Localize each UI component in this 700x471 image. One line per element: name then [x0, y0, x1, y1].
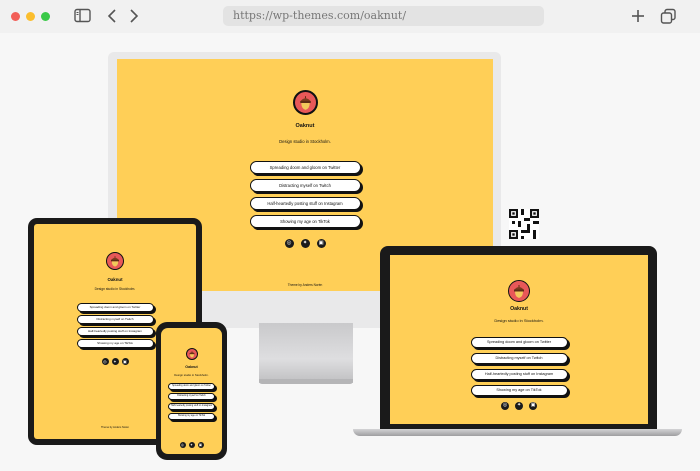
- site-title[interactable]: Oaknut: [117, 123, 493, 129]
- back-icon[interactable]: [106, 8, 118, 24]
- twitter-icon[interactable]: ✦: [111, 358, 119, 365]
- qr-code: [509, 209, 539, 239]
- site-logo-icon[interactable]: [106, 252, 124, 270]
- address-bar[interactable]: https://wp-themes.com/oaknut/: [223, 6, 544, 26]
- instagram-icon[interactable]: ◎: [179, 442, 186, 448]
- link-button[interactable]: Showing my age on TikTok: [76, 339, 154, 348]
- link-button[interactable]: Half-heartedly posting stuff on Instagra…: [470, 369, 568, 380]
- site-tagline: Design studio in Stockholm.: [174, 373, 209, 377]
- linkedin-icon[interactable]: ▣: [197, 442, 204, 448]
- link-button[interactable]: Half-heartedly posting stuff on Instagra…: [249, 197, 361, 210]
- forward-icon[interactable]: [128, 8, 140, 24]
- site-logo-icon[interactable]: [185, 348, 198, 360]
- twitter-icon[interactable]: ✦: [515, 402, 523, 410]
- instagram-icon[interactable]: ◎: [101, 358, 109, 365]
- sidebar-icon[interactable]: [74, 8, 91, 23]
- phone-screen: Oaknut Design studio in Stockholm. Spreadi…: [161, 328, 222, 454]
- instagram-icon[interactable]: ◎: [284, 239, 294, 248]
- link-button[interactable]: Showing my age on TikTok: [470, 385, 568, 396]
- link-button[interactable]: Half-heartedly posting stuff on Instagra…: [168, 403, 215, 410]
- link-button[interactable]: Spreading doom and gloom on Twitter: [76, 303, 154, 312]
- site-tagline: Design studio in Stockholm.: [279, 139, 331, 144]
- site-tagline: Design studio in Stockholm.: [94, 287, 136, 291]
- link-button[interactable]: Distracting myself on Twitch: [168, 393, 215, 400]
- link-button[interactable]: Distracting myself on Twitch: [76, 315, 154, 324]
- link-button[interactable]: Distracting myself on Twitch: [249, 179, 361, 192]
- site-logo-icon[interactable]: [292, 90, 318, 115]
- site-tagline: Design studio in Stockholm.: [494, 318, 544, 323]
- link-button[interactable]: Showing my age on TikTok: [168, 413, 215, 420]
- site-logo-icon[interactable]: [508, 280, 530, 302]
- site-title[interactable]: Oaknut: [34, 277, 196, 282]
- monitor-stand-base: [259, 379, 353, 384]
- linkedin-icon[interactable]: ▣: [529, 402, 537, 410]
- tab-overview-icon[interactable]: [660, 8, 677, 25]
- linkedin-icon[interactable]: ▣: [316, 239, 326, 248]
- showcase-area: Oaknut Design studio in Stockholm. Spreadi…: [0, 33, 700, 471]
- link-button[interactable]: Showing my age on TikTok: [249, 215, 361, 228]
- linkedin-icon[interactable]: ▣: [121, 358, 129, 365]
- link-button[interactable]: Half-heartedly posting stuff on Instagra…: [76, 327, 154, 336]
- site-title[interactable]: Oaknut: [390, 306, 648, 312]
- url-text: https://wp-themes.com/oaknut/: [233, 9, 407, 22]
- link-button[interactable]: Spreading doom and gloom on Twitter: [249, 161, 361, 174]
- link-button[interactable]: Spreading doom and gloom on Twitter: [168, 383, 215, 390]
- site-title[interactable]: Oaknut: [161, 365, 222, 369]
- maximize-window-button[interactable]: [41, 12, 50, 21]
- twitter-icon[interactable]: ✦: [300, 239, 310, 248]
- laptop-base: [353, 429, 682, 436]
- link-button[interactable]: Spreading doom and gloom on Twitter: [470, 337, 568, 348]
- laptop-screen: Oaknut Design studio in Stockholm. Spreadi…: [390, 255, 648, 424]
- browser-toolbar: https://wp-themes.com/oaknut/: [0, 0, 700, 33]
- link-button[interactable]: Distracting myself on Twitch: [470, 353, 568, 364]
- new-tab-icon[interactable]: [630, 8, 646, 24]
- instagram-icon[interactable]: ◎: [501, 402, 509, 410]
- twitter-icon[interactable]: ✦: [188, 442, 195, 448]
- close-window-button[interactable]: [11, 12, 20, 21]
- minimize-window-button[interactable]: [26, 12, 35, 21]
- monitor-stand: [259, 323, 353, 383]
